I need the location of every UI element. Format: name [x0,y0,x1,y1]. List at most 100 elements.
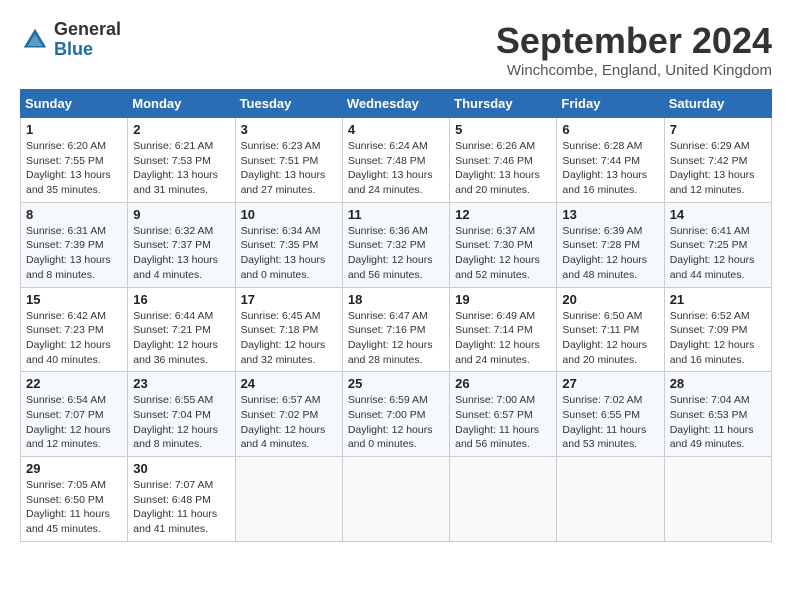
calendar-week-5: 29 Sunrise: 7:05 AM Sunset: 6:50 PM Dayl… [21,457,772,542]
day-number: 6 [562,122,658,137]
calendar-cell: 14 Sunrise: 6:41 AM Sunset: 7:25 PM Dayl… [664,202,771,287]
calendar-cell [235,457,342,542]
calendar-cell: 16 Sunrise: 6:44 AM Sunset: 7:21 PM Dayl… [128,287,235,372]
day-number: 28 [670,376,766,391]
day-info: Sunrise: 7:04 AM Sunset: 6:53 PM Dayligh… [670,393,766,452]
calendar-cell: 25 Sunrise: 6:59 AM Sunset: 7:00 PM Dayl… [342,372,449,457]
day-number: 23 [133,376,229,391]
logo-icon [20,25,50,55]
calendar-cell: 11 Sunrise: 6:36 AM Sunset: 7:32 PM Dayl… [342,202,449,287]
calendar-cell: 2 Sunrise: 6:21 AM Sunset: 7:53 PM Dayli… [128,118,235,203]
day-number: 22 [26,376,122,391]
day-number: 9 [133,207,229,222]
calendar-cell: 5 Sunrise: 6:26 AM Sunset: 7:46 PM Dayli… [450,118,557,203]
day-info: Sunrise: 6:21 AM Sunset: 7:53 PM Dayligh… [133,139,229,198]
day-info: Sunrise: 6:54 AM Sunset: 7:07 PM Dayligh… [26,393,122,452]
day-info: Sunrise: 6:28 AM Sunset: 7:44 PM Dayligh… [562,139,658,198]
day-info: Sunrise: 6:47 AM Sunset: 7:16 PM Dayligh… [348,309,444,368]
logo-text: General Blue [54,20,121,60]
calendar-week-1: 1 Sunrise: 6:20 AM Sunset: 7:55 PM Dayli… [21,118,772,203]
calendar-cell: 17 Sunrise: 6:45 AM Sunset: 7:18 PM Dayl… [235,287,342,372]
day-number: 3 [241,122,337,137]
column-header-sunday: Sunday [21,90,128,118]
day-number: 24 [241,376,337,391]
day-info: Sunrise: 6:37 AM Sunset: 7:30 PM Dayligh… [455,224,551,283]
day-info: Sunrise: 6:42 AM Sunset: 7:23 PM Dayligh… [26,309,122,368]
day-info: Sunrise: 6:29 AM Sunset: 7:42 PM Dayligh… [670,139,766,198]
calendar-cell: 12 Sunrise: 6:37 AM Sunset: 7:30 PM Dayl… [450,202,557,287]
calendar-cell: 13 Sunrise: 6:39 AM Sunset: 7:28 PM Dayl… [557,202,664,287]
calendar-cell: 10 Sunrise: 6:34 AM Sunset: 7:35 PM Dayl… [235,202,342,287]
day-number: 1 [26,122,122,137]
day-info: Sunrise: 6:41 AM Sunset: 7:25 PM Dayligh… [670,224,766,283]
day-info: Sunrise: 6:52 AM Sunset: 7:09 PM Dayligh… [670,309,766,368]
day-info: Sunrise: 6:55 AM Sunset: 7:04 PM Dayligh… [133,393,229,452]
day-number: 12 [455,207,551,222]
day-info: Sunrise: 6:36 AM Sunset: 7:32 PM Dayligh… [348,224,444,283]
day-number: 4 [348,122,444,137]
day-number: 20 [562,292,658,307]
calendar-cell: 1 Sunrise: 6:20 AM Sunset: 7:55 PM Dayli… [21,118,128,203]
calendar-cell: 24 Sunrise: 6:57 AM Sunset: 7:02 PM Dayl… [235,372,342,457]
day-info: Sunrise: 6:50 AM Sunset: 7:11 PM Dayligh… [562,309,658,368]
day-number: 15 [26,292,122,307]
day-info: Sunrise: 6:26 AM Sunset: 7:46 PM Dayligh… [455,139,551,198]
calendar-cell: 27 Sunrise: 7:02 AM Sunset: 6:55 PM Dayl… [557,372,664,457]
day-number: 14 [670,207,766,222]
calendar-cell: 6 Sunrise: 6:28 AM Sunset: 7:44 PM Dayli… [557,118,664,203]
calendar-cell: 21 Sunrise: 6:52 AM Sunset: 7:09 PM Dayl… [664,287,771,372]
day-number: 17 [241,292,337,307]
column-header-friday: Friday [557,90,664,118]
calendar-week-3: 15 Sunrise: 6:42 AM Sunset: 7:23 PM Dayl… [21,287,772,372]
day-info: Sunrise: 6:57 AM Sunset: 7:02 PM Dayligh… [241,393,337,452]
day-info: Sunrise: 6:59 AM Sunset: 7:00 PM Dayligh… [348,393,444,452]
column-header-wednesday: Wednesday [342,90,449,118]
page-header: General Blue September 2024 Winchcombe, … [20,20,772,79]
day-info: Sunrise: 6:32 AM Sunset: 7:37 PM Dayligh… [133,224,229,283]
day-info: Sunrise: 6:24 AM Sunset: 7:48 PM Dayligh… [348,139,444,198]
calendar-cell: 23 Sunrise: 6:55 AM Sunset: 7:04 PM Dayl… [128,372,235,457]
day-info: Sunrise: 6:39 AM Sunset: 7:28 PM Dayligh… [562,224,658,283]
day-number: 21 [670,292,766,307]
column-header-thursday: Thursday [450,90,557,118]
calendar-table: SundayMondayTuesdayWednesdayThursdayFrid… [20,89,772,542]
calendar-cell: 22 Sunrise: 6:54 AM Sunset: 7:07 PM Dayl… [21,372,128,457]
day-info: Sunrise: 6:20 AM Sunset: 7:55 PM Dayligh… [26,139,122,198]
day-number: 5 [455,122,551,137]
calendar-cell: 15 Sunrise: 6:42 AM Sunset: 7:23 PM Dayl… [21,287,128,372]
calendar-cell [342,457,449,542]
calendar-cell: 9 Sunrise: 6:32 AM Sunset: 7:37 PM Dayli… [128,202,235,287]
calendar-cell: 20 Sunrise: 6:50 AM Sunset: 7:11 PM Dayl… [557,287,664,372]
day-info: Sunrise: 6:23 AM Sunset: 7:51 PM Dayligh… [241,139,337,198]
day-number: 29 [26,461,122,476]
month-title: September 2024 [496,20,772,62]
calendar-header-row: SundayMondayTuesdayWednesdayThursdayFrid… [21,90,772,118]
logo: General Blue [20,20,121,60]
calendar-cell [450,457,557,542]
day-number: 2 [133,122,229,137]
title-section: September 2024 Winchcombe, England, Unit… [496,20,772,79]
day-info: Sunrise: 7:02 AM Sunset: 6:55 PM Dayligh… [562,393,658,452]
day-number: 10 [241,207,337,222]
column-header-saturday: Saturday [664,90,771,118]
day-number: 26 [455,376,551,391]
calendar-cell: 26 Sunrise: 7:00 AM Sunset: 6:57 PM Dayl… [450,372,557,457]
calendar-week-2: 8 Sunrise: 6:31 AM Sunset: 7:39 PM Dayli… [21,202,772,287]
logo-general: General [54,20,121,40]
day-number: 8 [26,207,122,222]
day-number: 13 [562,207,658,222]
calendar-cell [664,457,771,542]
day-info: Sunrise: 6:34 AM Sunset: 7:35 PM Dayligh… [241,224,337,283]
day-info: Sunrise: 6:44 AM Sunset: 7:21 PM Dayligh… [133,309,229,368]
day-number: 30 [133,461,229,476]
day-info: Sunrise: 6:31 AM Sunset: 7:39 PM Dayligh… [26,224,122,283]
day-info: Sunrise: 7:00 AM Sunset: 6:57 PM Dayligh… [455,393,551,452]
calendar-cell: 28 Sunrise: 7:04 AM Sunset: 6:53 PM Dayl… [664,372,771,457]
calendar-cell [557,457,664,542]
day-number: 16 [133,292,229,307]
calendar-cell: 8 Sunrise: 6:31 AM Sunset: 7:39 PM Dayli… [21,202,128,287]
column-header-monday: Monday [128,90,235,118]
calendar-cell: 18 Sunrise: 6:47 AM Sunset: 7:16 PM Dayl… [342,287,449,372]
calendar-cell: 7 Sunrise: 6:29 AM Sunset: 7:42 PM Dayli… [664,118,771,203]
logo-blue: Blue [54,40,121,60]
